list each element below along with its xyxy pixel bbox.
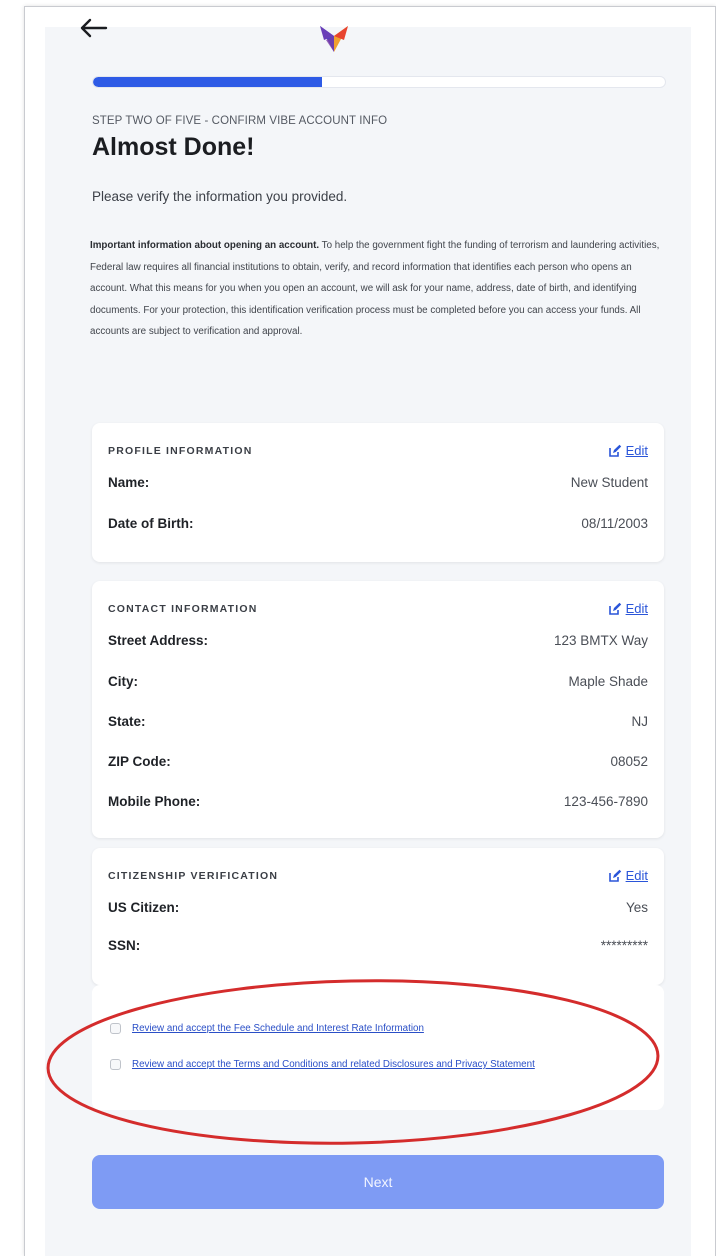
field-value: Yes (625, 900, 648, 915)
field-row: Mobile Phone: 123-456-7890 (108, 794, 648, 814)
card-title: PROFILE INFORMATION (108, 445, 253, 457)
edit-label: Edit (625, 443, 648, 458)
progress-bar (92, 76, 666, 88)
fee-schedule-link[interactable]: Review and accept the Fee Schedule and I… (132, 1018, 652, 1039)
field-value: 123-456-7890 (563, 794, 648, 809)
account-opening-notice: Important information about opening an a… (90, 235, 668, 343)
terms-link[interactable]: Review and accept the Terms and Conditio… (132, 1054, 652, 1075)
step-label: STEP TWO OF FIVE - CONFIRM VIBE ACCOUNT … (92, 115, 388, 127)
field-row: SSN: ********* (108, 938, 648, 958)
field-row: Date of Birth: 08/11/2003 (108, 516, 648, 536)
field-value: 08/11/2003 (581, 516, 648, 531)
citizenship-verification-card: CITIZENSHIP VERIFICATION Edit US Citizen… (92, 848, 664, 985)
field-row: Street Address: 123 BMTX Way (108, 633, 648, 653)
profile-information-card: PROFILE INFORMATION Edit Name: New Stude… (92, 423, 664, 562)
card-title: CITIZENSHIP VERIFICATION (108, 870, 279, 882)
edit-profile-link[interactable]: Edit (608, 443, 648, 458)
field-label: Name: (108, 475, 150, 490)
edit-citizenship-link[interactable]: Edit (608, 868, 648, 883)
notice-body: To help the government fight the funding… (90, 240, 660, 338)
field-label: Date of Birth: (108, 516, 194, 531)
card-title: CONTACT INFORMATION (108, 603, 258, 615)
field-label: SSN: (108, 938, 141, 953)
field-label: City: (108, 674, 138, 689)
edit-contact-link[interactable]: Edit (608, 601, 648, 616)
edit-label: Edit (625, 868, 648, 883)
progress-fill (93, 77, 322, 87)
page-title: Almost Done! (92, 133, 255, 161)
contact-information-card: CONTACT INFORMATION Edit Street Address:… (92, 581, 664, 838)
field-label: Street Address: (108, 633, 209, 648)
field-label: ZIP Code: (108, 754, 171, 769)
edit-icon (608, 869, 621, 882)
field-row: State: NJ (108, 714, 648, 734)
edit-icon (608, 444, 621, 457)
fee-schedule-checkbox[interactable] (110, 1023, 121, 1034)
agreements-card: Review and accept the Fee Schedule and I… (92, 985, 664, 1110)
field-value: NJ (631, 714, 649, 729)
field-value: 08052 (610, 754, 648, 769)
field-label: Mobile Phone: (108, 794, 201, 809)
field-value: ********* (600, 938, 648, 953)
field-row: US Citizen: Yes (108, 900, 648, 920)
edit-label: Edit (625, 601, 648, 616)
page-subtitle: Please verify the information you provid… (92, 189, 348, 204)
field-label: State: (108, 714, 146, 729)
notice-heading: Important information about opening an a… (90, 240, 320, 251)
field-row: City: Maple Shade (108, 674, 648, 694)
field-value: Maple Shade (568, 674, 648, 689)
terms-checkbox[interactable] (110, 1059, 121, 1070)
next-button[interactable]: Next (92, 1155, 664, 1209)
field-row: ZIP Code: 08052 (108, 754, 648, 774)
field-row: Name: New Student (108, 475, 648, 495)
edit-icon (608, 602, 621, 615)
back-arrow-icon[interactable] (68, 14, 108, 44)
field-label: US Citizen: (108, 900, 180, 915)
field-value: 123 BMTX Way (553, 633, 648, 648)
field-value: New Student (570, 475, 648, 490)
brand-logo-icon (320, 26, 348, 52)
